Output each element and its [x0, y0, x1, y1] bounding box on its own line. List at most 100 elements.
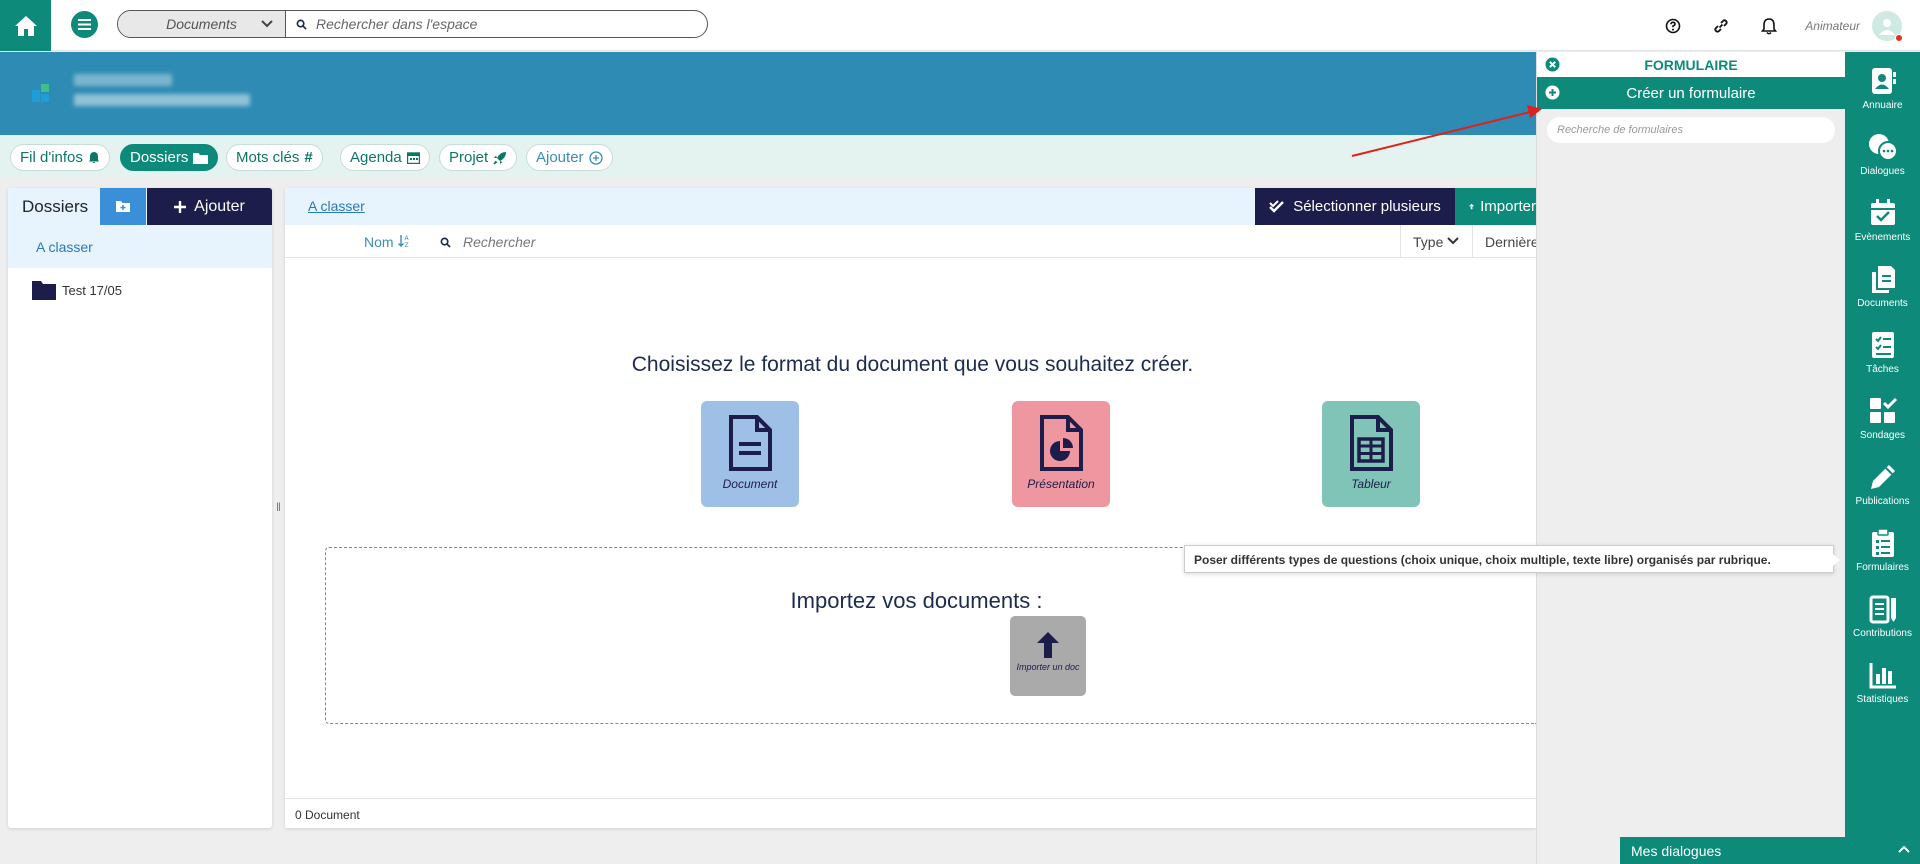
search-input[interactable]: Rechercher dans l'espace: [316, 16, 477, 32]
import-document-button[interactable]: Importer un doc: [1010, 616, 1086, 696]
search-scope-value: Documents: [166, 16, 237, 32]
help-button[interactable]: [1649, 0, 1697, 51]
create-form-button[interactable]: Créer un formulaire: [1537, 77, 1845, 109]
sidebar-item-label: Sondages: [1859, 430, 1906, 441]
table-search[interactable]: Rechercher: [440, 234, 535, 250]
last-modified-column[interactable]: Dernière: [1472, 225, 1536, 258]
sidebar-item-sondages[interactable]: Sondages: [1845, 382, 1920, 448]
nav-keywords-label: Mots clés: [236, 149, 300, 166]
column-name-label: Nom: [364, 234, 394, 250]
blurred-space-subtitle: [74, 94, 250, 106]
import-dropzone[interactable]: Importez vos documents : Importer un doc: [325, 547, 1536, 724]
folder-icon: [32, 280, 56, 300]
blurred-space-name: [74, 74, 172, 86]
clipboard-icon: [1871, 528, 1894, 557]
home-icon: [14, 15, 37, 36]
nav-project[interactable]: Projet: [439, 144, 518, 171]
sidebar-item-label: Documents: [1857, 298, 1908, 309]
sidebar-item-statistiques[interactable]: Statistiques: [1845, 646, 1920, 712]
chevron-down-icon: [261, 20, 273, 28]
table-search-input[interactable]: Rechercher: [463, 234, 535, 250]
nav-add[interactable]: Ajouter: [526, 144, 613, 171]
chevron-up-icon: [1898, 845, 1910, 853]
sidebar-item-dialogues[interactable]: Dialogues: [1845, 118, 1920, 184]
nav-folders[interactable]: Dossiers: [120, 144, 219, 171]
new-presentation-label: Présentation: [1027, 477, 1095, 491]
sidebar-item-documents[interactable]: Documents: [1845, 250, 1920, 316]
menu-button[interactable]: [71, 11, 98, 38]
nav-agenda-label: Agenda: [350, 149, 402, 166]
top-bar: Documents Rechercher dans l'espace Anima…: [0, 0, 1920, 51]
document-icon: [729, 415, 772, 471]
nav-project-label: Projet: [449, 149, 489, 166]
folder-item[interactable]: Test 17/05: [8, 268, 272, 312]
sidebar-item-annuaire[interactable]: Annuaire: [1845, 52, 1920, 118]
add-button[interactable]: Ajouter: [147, 188, 272, 225]
sidebar-item-label: Contributions: [1853, 628, 1912, 639]
sidebar-item-label: Publications: [1855, 496, 1910, 507]
link-button[interactable]: [1697, 0, 1745, 51]
nav-agenda[interactable]: Agenda: [340, 144, 430, 171]
import-button-label: Importer: [1480, 198, 1536, 215]
search-icon: [440, 237, 451, 248]
new-folder-button[interactable]: [100, 188, 146, 225]
hashtag-icon: #: [304, 149, 313, 166]
folder-item-a-classer[interactable]: A classer: [8, 225, 272, 268]
nav-news-feed[interactable]: Fil d'infos: [10, 144, 110, 171]
breadcrumb[interactable]: A classer: [308, 198, 365, 214]
choose-format-title: Choisissez le format du document que vou…: [631, 353, 1194, 376]
search-icon: [296, 19, 307, 30]
notifications-button[interactable]: [1745, 0, 1793, 51]
double-check-icon: [1269, 199, 1285, 213]
user-icon: [1879, 18, 1895, 35]
document-count: 0 Document: [285, 798, 1536, 828]
panel-resize-handle[interactable]: ‖: [276, 500, 281, 514]
pencil-icon: [1870, 465, 1895, 489]
column-type-label: Type: [1413, 234, 1444, 250]
poll-icon: [1869, 397, 1897, 423]
arrow-up-icon: [1037, 632, 1059, 658]
sidebar-item-evenements[interactable]: Evènements: [1845, 184, 1920, 250]
sort-icon: AZ: [397, 235, 409, 248]
form-panel: FORMULAIRE Créer un formulaire Recherche…: [1536, 52, 1845, 864]
space-nav: Fil d'infos Dossiers Mots clés # Agenda …: [0, 135, 1536, 178]
new-spreadsheet-button[interactable]: Tableur: [1322, 401, 1420, 507]
folders-panel: Dossiers Ajouter A classer Test 17/05: [8, 188, 272, 828]
create-form-label: Créer un formulaire: [1626, 84, 1756, 102]
sidebar-item-formulaires[interactable]: Formulaires: [1845, 514, 1920, 580]
sidebar-item-label: Tâches: [1866, 364, 1899, 375]
new-presentation-button[interactable]: Présentation: [1012, 401, 1110, 507]
select-multiple-button[interactable]: Sélectionner plusieurs: [1255, 188, 1455, 225]
import-title: Importez vos documents :: [790, 588, 1043, 613]
add-button-label: Ajouter: [194, 197, 245, 215]
sidebar-item-publications[interactable]: Publications: [1845, 448, 1920, 514]
new-document-label: Document: [722, 477, 778, 491]
form-search-input[interactable]: Recherche de formulaires: [1547, 117, 1835, 143]
my-dialogs-bar[interactable]: Mes dialogues: [1620, 837, 1920, 864]
arrow-up-icon: [1469, 203, 1475, 210]
new-document-button[interactable]: Document: [701, 401, 799, 507]
avatar[interactable]: [1872, 10, 1903, 42]
sidebar-item-label: Statistiques: [1856, 694, 1909, 705]
import-document-label: Importer un doc: [1016, 662, 1080, 672]
select-multiple-label: Sélectionner plusieurs: [1293, 198, 1441, 215]
search-scope-select[interactable]: Documents: [118, 11, 286, 37]
folders-title: Dossiers: [22, 197, 89, 216]
calendar-icon: [1870, 199, 1895, 225]
documents-header: A classer Sélectionner plusieurs Importe…: [285, 188, 1536, 225]
close-icon[interactable]: [1545, 57, 1560, 72]
sidebar-item-contributions[interactable]: Contributions: [1845, 580, 1920, 646]
chat-icon: [1868, 134, 1898, 161]
type-column-filter[interactable]: Type: [1400, 225, 1472, 258]
sort-name-column[interactable]: Nom AZ: [364, 234, 410, 250]
apps-sidebar: Annuaire Dialogues Evènements Documents …: [1845, 52, 1920, 864]
import-button[interactable]: Importer: [1455, 188, 1536, 225]
home-button[interactable]: [0, 0, 51, 51]
nav-keywords[interactable]: Mots clés #: [226, 144, 323, 171]
folder-plus-icon: [116, 201, 130, 212]
nav-news-feed-label: Fil d'infos: [20, 149, 83, 166]
sidebar-item-taches[interactable]: Tâches: [1845, 316, 1920, 382]
calendar-icon: [406, 152, 420, 164]
plus-icon: [174, 200, 187, 213]
spreadsheet-icon: [1350, 415, 1393, 471]
